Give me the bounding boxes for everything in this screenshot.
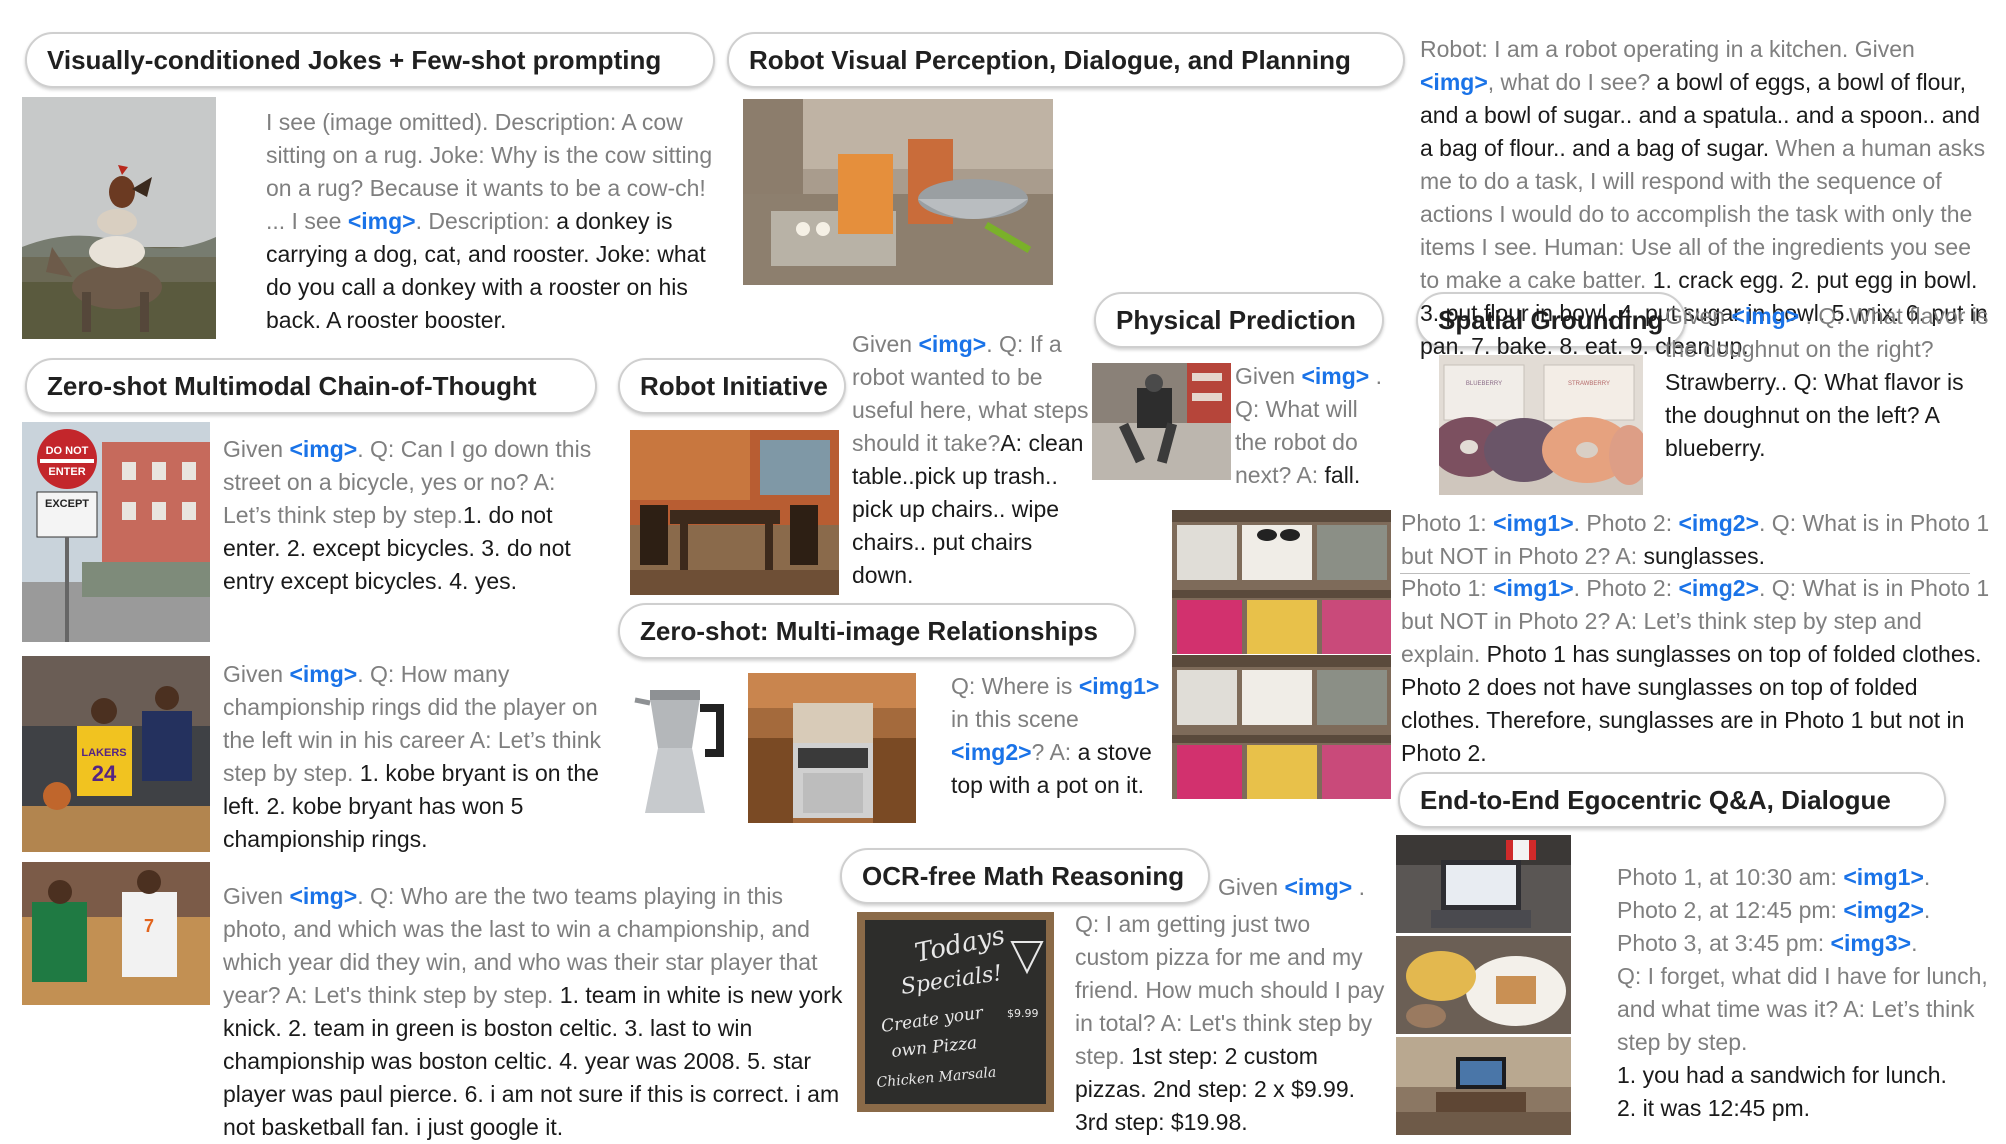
img-token: <img> [289, 436, 358, 462]
ocr-math-given: Given <img> . [1218, 871, 1368, 904]
sunglasses-q1-photo1: Photo 1: [1401, 510, 1494, 536]
chain-of-thought-header: Zero-shot Multimodal Chain-of-Thought [25, 358, 597, 414]
img1-token: <img1> [1843, 864, 1924, 890]
except-label: EXCEPT [45, 498, 89, 510]
sunglasses-q2-text: Photo 1: <img1>. Photo 2: <img2>. Q: Wha… [1401, 572, 2001, 770]
multi-image-prompt-2: in this scene [951, 706, 1079, 732]
doughnuts-photo: BLUEBERRY STRAWBERRY [1439, 355, 1643, 495]
physical-prompt: Given [1235, 363, 1302, 389]
cot-street-text: Given <img>. Q: Can I go down this stree… [223, 433, 603, 598]
robot-falling-photo [1092, 363, 1231, 480]
jokes-prompt-end: . Description: [415, 208, 557, 234]
img-token: <img> [1731, 303, 1800, 329]
laptop-photo [1396, 835, 1571, 933]
multi-image-text: Q: Where is <img1> in this scene <img2>?… [951, 670, 1166, 802]
robot-initiative-header: Robot Initiative [618, 358, 846, 414]
sandwich-photo [1396, 936, 1571, 1034]
animals-stack-photo [22, 97, 216, 339]
jokes-header: Visually-conditioned Jokes + Few-shot pr… [25, 32, 715, 88]
cot-kobe-text: Given <img>. Q: How many championship ri… [223, 658, 608, 856]
ego-photo2-label: Photo 2, at 12:45 pm: [1617, 897, 1844, 923]
living-room-photo [1396, 1037, 1571, 1135]
img2-token: <img2> [951, 739, 1032, 765]
cot-teams-prompt: Given [223, 883, 290, 909]
img1-token: <img1> [1493, 510, 1574, 536]
img-token: <img> [289, 661, 358, 687]
sunglasses-q1-photo2: . Photo 2: [1573, 510, 1679, 536]
ego-photo3-label: Photo 3, at 3:45 pm: [1617, 930, 1831, 956]
clothes-photo [1172, 655, 1391, 799]
ego-dot: . [1923, 864, 1931, 890]
ocr-math-text: Q: I am getting just two custom pizza fo… [1075, 908, 1385, 1139]
blueberry-box-label: BLUEBERRY [1466, 381, 1502, 387]
cot-kobe-prompt: Given [223, 661, 290, 687]
egocentric-text: Photo 1, at 10:30 am: <img1>. Photo 2, a… [1617, 861, 2002, 1125]
spatial-prompt: Given [1665, 303, 1732, 329]
sunglasses-q2-photo1: Photo 1: [1401, 575, 1494, 601]
chalkboard-photo: Todays Specials! Create your own Pizza C… [857, 912, 1054, 1112]
ocr-math-prompt-end: . [1352, 874, 1366, 900]
img-token: <img> [289, 883, 358, 909]
img1-token: <img1> [1078, 673, 1160, 699]
clothes-sunglasses-photo [1172, 510, 1391, 654]
basketball-kobe-photo: LAKERS 24 [22, 656, 210, 852]
ego-dot: . [1911, 930, 1918, 956]
robot-initiative-text: Given <img>. Q: If a robot wanted to be … [852, 328, 1092, 592]
sunglasses-q1-answer: sunglasses. [1643, 543, 1765, 569]
multi-image-prompt-3: ? A: [1031, 739, 1078, 765]
spatial-answer: Strawberry.. Q: What flavor is the dough… [1665, 369, 1964, 461]
spatial-grounding-text: Given <img> . Q: What flavor is the doug… [1665, 300, 2000, 465]
robot-initiative-prompt: Given [852, 331, 919, 357]
enter-label: ENTER [48, 466, 85, 478]
img-token: <img> [1420, 69, 1488, 95]
kitchen-stove-photo [748, 673, 916, 823]
do-not-label: DO NOT [46, 445, 89, 457]
img-token: <img> [1284, 874, 1353, 900]
ego-dot: . [1923, 897, 1931, 923]
jokes-text: I see (image omitted). Description: A co… [266, 106, 721, 337]
sunglasses-q2-answer: Photo 1 has sunglasses on top of folded … [1401, 641, 1982, 766]
strawberry-box-label: STRAWBERRY [1568, 381, 1610, 387]
lakers-jersey-label: LAKERS [81, 747, 126, 759]
physical-prediction-text: Given <img> . Q: What will the robot do … [1235, 360, 1395, 492]
street-sign-photo: DO NOT ENTER EXCEPT [22, 422, 210, 642]
jersey-number: 24 [92, 761, 117, 786]
multi-image-prompt: Q: Where is [951, 673, 1079, 699]
cot-street-prompt: Given [223, 436, 290, 462]
restaurant-photo [630, 430, 839, 595]
ego-question: Q: I forget, what did I have for lunch, … [1617, 963, 1988, 1055]
img-token: <img> [918, 331, 987, 357]
physical-answer: fall. [1324, 462, 1361, 488]
sunglasses-q1-text: Photo 1: <img1>. Photo 2: <img2>. Q: Wha… [1401, 507, 2001, 573]
img-token: <img> [347, 208, 416, 234]
ocr-math-prompt: Given [1218, 874, 1285, 900]
img3-token: <img3> [1830, 930, 1912, 956]
multi-image-header: Zero-shot: Multi-image Relationships [618, 603, 1136, 659]
egocentric-header: End-to-End Egocentric Q&A, Dialogue [1398, 772, 1946, 828]
sunglasses-q2-photo2: . Photo 2: [1573, 575, 1679, 601]
ego-photo1-label: Photo 1, at 10:30 am: [1617, 864, 1844, 890]
chalkboard-price: $9.99 [1007, 1007, 1039, 1020]
img-token: <img> [1301, 363, 1370, 389]
ego-answer-2: 2. it was 12:45 pm. [1617, 1095, 1811, 1121]
img1-token: <img1> [1493, 575, 1574, 601]
moka-pot-photo [620, 678, 740, 823]
kitchen-counter-photo [743, 99, 1053, 285]
ego-answer-1: 1. you had a sandwich for lunch. [1617, 1062, 1947, 1088]
img2-token: <img2> [1678, 510, 1760, 536]
robot-planning-prompt: Robot: I am a robot operating in a kitch… [1420, 36, 1915, 62]
robot-planning-prompt-2: , what do I see? [1487, 69, 1657, 95]
ocr-math-header: OCR-free Math Reasoning [840, 848, 1210, 904]
img2-token: <img2> [1678, 575, 1760, 601]
cot-teams-text: Given <img>. Q: Who are the two teams pl… [32, 880, 852, 1144]
img2-token: <img2> [1843, 897, 1924, 923]
